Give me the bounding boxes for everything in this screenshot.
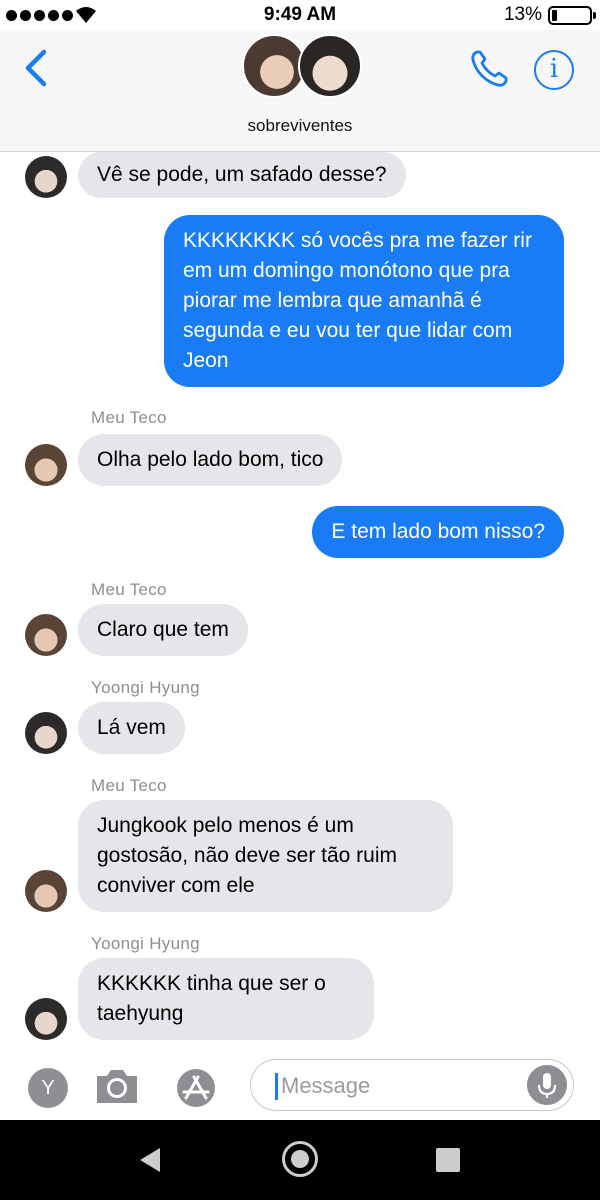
text-cursor	[275, 1073, 278, 1100]
home-circle-icon[interactable]	[282, 1141, 318, 1177]
info-icon[interactable]: i	[534, 50, 574, 90]
app-store-icon[interactable]	[170, 1068, 222, 1108]
message-thread: Vê se pode, um safado desse? KKKKKKKK só…	[0, 152, 600, 1052]
avatar-meu-teco	[25, 444, 67, 486]
back-triangle-icon[interactable]	[138, 1147, 162, 1173]
battery-icon	[548, 6, 596, 25]
camera-icon[interactable]	[94, 1066, 140, 1106]
group-name[interactable]: sobreviventes	[0, 116, 600, 136]
group-avatar-jungkook	[298, 34, 362, 98]
message-bubble-incoming[interactable]: Claro que tem	[78, 604, 248, 656]
status-bar: 9:49 AM 13%	[0, 0, 600, 30]
sender-name: Meu Teco	[91, 580, 167, 599]
group-avatars[interactable]	[242, 34, 362, 100]
message-bubble-outgoing[interactable]: KKKKKKKK só vocês pra me fazer rir em um…	[164, 215, 564, 387]
avatar-yoongi	[25, 712, 67, 754]
sender-name: Yoongi Hyung	[91, 678, 200, 697]
phone-icon[interactable]	[468, 48, 510, 90]
sender-name: Meu Teco	[91, 776, 167, 795]
message-composer: Y	[0, 1052, 600, 1120]
message-bubble-incoming[interactable]: Olha pelo lado bom, tico	[78, 434, 343, 486]
avatar-yoongi	[25, 156, 67, 198]
message-bubble-incoming[interactable]: Vê se pode, um safado desse?	[78, 152, 406, 198]
message-bubble-incoming[interactable]: Lá vem	[78, 702, 185, 754]
message-bubble-incoming[interactable]: Jungkook pelo menos é um gostosão, não d…	[78, 800, 453, 912]
group-avatar-taehyung	[242, 34, 306, 98]
chevron-left-icon[interactable]	[18, 48, 54, 88]
avatar-meu-teco	[25, 870, 67, 912]
android-navigation-bar	[0, 1120, 600, 1200]
battery-percentage: 13%	[503, 4, 542, 25]
avatar-meu-teco	[25, 614, 67, 656]
message-bubble-incoming[interactable]: KKKKKK tinha que ser o taehyung	[78, 958, 374, 1040]
sender-name: Meu Teco	[91, 408, 167, 427]
message-field[interactable]	[250, 1059, 574, 1111]
sender-name: Yoongi Hyung	[91, 934, 200, 953]
message-input[interactable]	[281, 1071, 521, 1101]
microphone-icon[interactable]	[527, 1065, 567, 1105]
apps-button[interactable]: Y	[28, 1068, 68, 1108]
conversation-header: sobreviventes i	[0, 30, 600, 152]
message-bubble-outgoing[interactable]: E tem lado bom nisso?	[312, 506, 564, 558]
recents-square-icon[interactable]	[436, 1148, 460, 1172]
avatar-yoongi	[25, 998, 67, 1040]
